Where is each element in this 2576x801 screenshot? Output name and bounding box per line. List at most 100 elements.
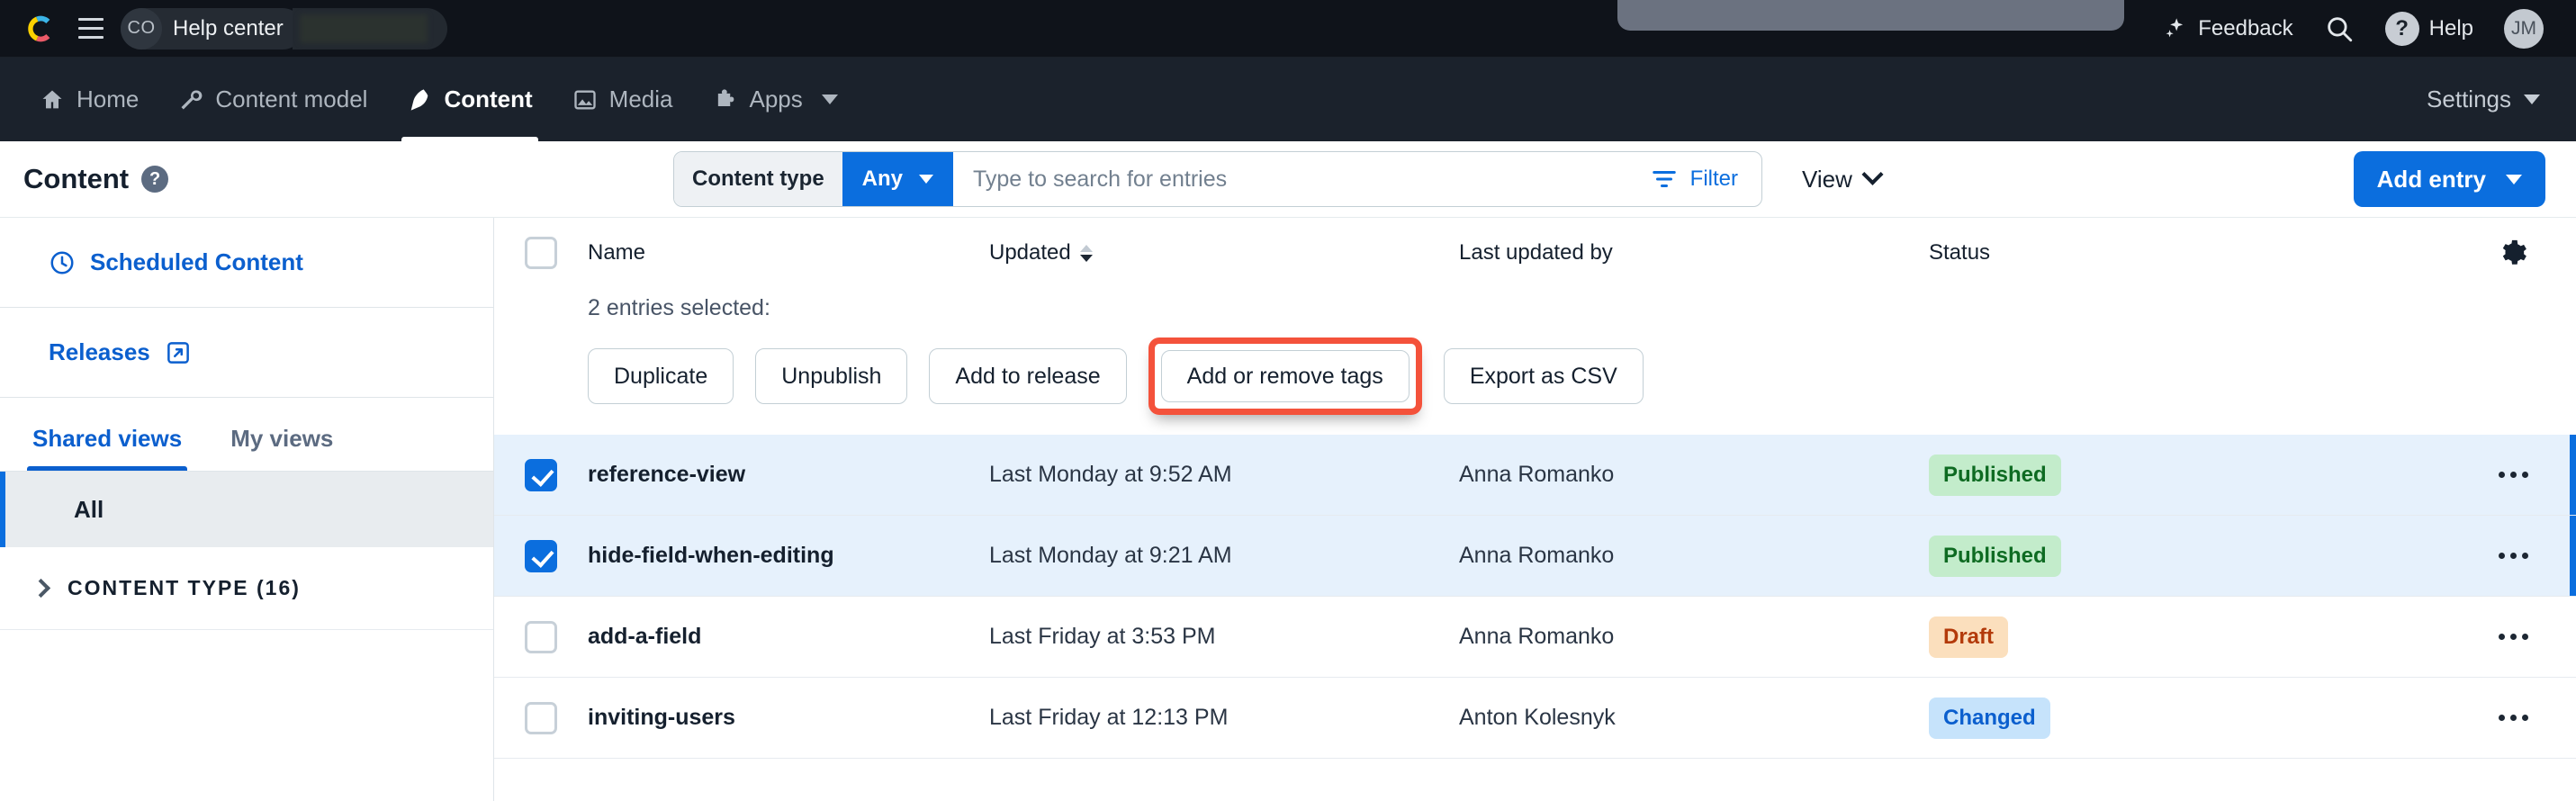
sidebar-view-tabs: Shared views My views bbox=[0, 398, 493, 472]
sidebar-group-content-type[interactable]: CONTENT TYPE (16) bbox=[0, 547, 493, 630]
row-updated: Last Monday at 9:21 AM bbox=[989, 543, 1232, 568]
search-icon[interactable] bbox=[2324, 14, 2355, 44]
hamburger-line bbox=[78, 27, 104, 30]
table-row[interactable]: add-a-field Last Friday at 3:53 PM Anna … bbox=[494, 597, 2576, 678]
row-checkbox[interactable] bbox=[525, 458, 557, 491]
space-selector[interactable]: CO Help center bbox=[121, 7, 303, 50]
external-link-icon bbox=[167, 341, 189, 364]
sidebar-section-scheduled: Scheduled Content bbox=[0, 218, 493, 308]
top-bar: CO Help center Feedback ? Help JM bbox=[0, 0, 2576, 58]
nav-settings-label: Settings bbox=[2427, 86, 2511, 112]
avatar[interactable]: JM bbox=[2504, 8, 2544, 49]
nav-item-content[interactable]: Content bbox=[387, 58, 552, 141]
tab-my-views[interactable]: My views bbox=[225, 398, 338, 471]
table-row[interactable]: inviting-users Last Friday at 12:13 PM A… bbox=[494, 678, 2576, 759]
add-to-release-button[interactable]: Add to release bbox=[929, 348, 1127, 404]
table-row[interactable]: hide-field-when-editing Last Monday at 9… bbox=[494, 516, 2576, 597]
nav-item-content-model[interactable]: Content model bbox=[158, 58, 387, 141]
environment-badge bbox=[292, 7, 447, 50]
page-title: Content ? bbox=[23, 163, 169, 195]
sidebar: Scheduled Content Releases Shared views … bbox=[0, 218, 494, 801]
row-name[interactable]: reference-view bbox=[588, 462, 989, 488]
nav-item-home[interactable]: Home bbox=[20, 58, 158, 141]
status-badge: Published bbox=[1929, 454, 2061, 496]
content-type-select[interactable]: Any bbox=[842, 152, 954, 206]
space-name: Help center bbox=[173, 15, 284, 40]
nav-settings-button[interactable]: Settings bbox=[2427, 58, 2544, 141]
select-all-checkbox[interactable] bbox=[525, 237, 557, 269]
row-updated: Last Friday at 12:13 PM bbox=[989, 705, 1229, 730]
view-menu-button[interactable]: View bbox=[1802, 163, 1884, 194]
chevron-down-icon bbox=[2524, 94, 2540, 104]
page-body: Scheduled Content Releases Shared views … bbox=[0, 218, 2576, 801]
filter-icon bbox=[1652, 171, 1676, 187]
contentful-logo-icon[interactable] bbox=[22, 10, 59, 48]
filter-label: Filter bbox=[1689, 166, 1738, 191]
table-row[interactable]: reference-view Last Monday at 9:52 AM An… bbox=[494, 435, 2576, 516]
row-name[interactable]: add-a-field bbox=[588, 624, 989, 650]
sort-updated[interactable]: Updated bbox=[989, 240, 1093, 266]
ellipsis-icon[interactable] bbox=[2488, 542, 2539, 570]
sidebar-item-releases[interactable]: Releases bbox=[49, 338, 493, 366]
row-status-cell: Draft bbox=[1929, 616, 2450, 658]
help-label: Help bbox=[2428, 15, 2473, 40]
row-select-cell bbox=[494, 620, 588, 653]
sidebar-item-all[interactable]: All bbox=[0, 472, 493, 547]
row-checkbox[interactable] bbox=[525, 539, 557, 572]
add-entry-button[interactable]: Add entry bbox=[2353, 151, 2545, 207]
question-mark-circle-icon: ? bbox=[2384, 11, 2419, 46]
nav-item-media[interactable]: Media bbox=[553, 58, 693, 141]
bulk-action-buttons: Duplicate Unpublish Add to release Add o… bbox=[588, 338, 2576, 415]
sparkles-icon bbox=[2166, 17, 2184, 37]
pen-nib-icon bbox=[411, 88, 428, 111]
duplicate-button[interactable]: Duplicate bbox=[588, 348, 734, 404]
row-name[interactable]: inviting-users bbox=[588, 705, 989, 731]
row-name[interactable]: hide-field-when-editing bbox=[588, 543, 989, 569]
add-or-remove-tags-button[interactable]: Add or remove tags bbox=[1160, 350, 1410, 402]
column-header-name[interactable]: Name bbox=[588, 240, 989, 266]
ellipsis-icon[interactable] bbox=[2488, 704, 2539, 732]
help-button[interactable]: ? Help bbox=[2384, 11, 2473, 46]
chevron-down-icon bbox=[821, 94, 838, 104]
top-overlay-panel bbox=[1617, 0, 2124, 31]
column-header-status[interactable]: Status bbox=[1929, 240, 2450, 266]
column-header-updated[interactable]: Updated bbox=[989, 240, 1459, 266]
nav-item-label: Home bbox=[77, 86, 140, 112]
nav-item-label: Media bbox=[608, 86, 673, 112]
gear-icon[interactable] bbox=[2498, 238, 2528, 268]
ellipsis-icon[interactable] bbox=[2488, 623, 2539, 651]
tab-shared-views[interactable]: Shared views bbox=[27, 398, 188, 471]
status-badge: Published bbox=[1929, 535, 2061, 577]
chevron-down-icon bbox=[2506, 174, 2522, 184]
nav-item-label: Apps bbox=[749, 86, 803, 112]
hamburger-menu-icon[interactable] bbox=[70, 10, 112, 48]
search-bar: Content type Any Filter bbox=[673, 151, 1762, 207]
row-actions-cell bbox=[2450, 704, 2576, 732]
bulk-selection-count: 2 entries selected: bbox=[588, 295, 770, 320]
sidebar-item-scheduled-content[interactable]: Scheduled Content bbox=[49, 248, 493, 276]
status-badge: Draft bbox=[1929, 616, 2009, 658]
content-type-label: Content type bbox=[674, 152, 842, 206]
question-mark-circle-icon[interactable]: ? bbox=[141, 166, 169, 193]
unpublish-button[interactable]: Unpublish bbox=[755, 348, 908, 404]
nav-item-label: Content bbox=[444, 86, 533, 112]
row-select-cell bbox=[494, 458, 588, 491]
row-checkbox[interactable] bbox=[525, 701, 557, 734]
row-checkbox[interactable] bbox=[525, 620, 557, 653]
row-last-updated-by: Anton Kolesnyk bbox=[1459, 705, 1616, 730]
nav-item-apps[interactable]: Apps bbox=[693, 58, 858, 141]
nav-item-label: Content model bbox=[215, 86, 368, 112]
ellipsis-icon[interactable] bbox=[2488, 461, 2539, 489]
top-bar-actions: Feedback ? Help JM bbox=[2163, 8, 2544, 49]
table-settings-cell bbox=[2450, 238, 2576, 268]
row-last-updated-by: Anna Romanko bbox=[1459, 543, 1615, 568]
feedback-label: Feedback bbox=[2198, 15, 2293, 40]
puzzle-piece-icon bbox=[717, 88, 734, 106]
search-input[interactable] bbox=[953, 152, 1642, 206]
export-as-csv-button[interactable]: Export as CSV bbox=[1443, 348, 1644, 404]
feedback-button[interactable]: Feedback bbox=[2163, 15, 2293, 41]
column-header-last-updated-by[interactable]: Last updated by bbox=[1459, 240, 1929, 266]
row-select-cell bbox=[494, 539, 588, 572]
row-status-cell: Changed bbox=[1929, 697, 2450, 739]
filter-button[interactable]: Filter bbox=[1642, 166, 1761, 193]
